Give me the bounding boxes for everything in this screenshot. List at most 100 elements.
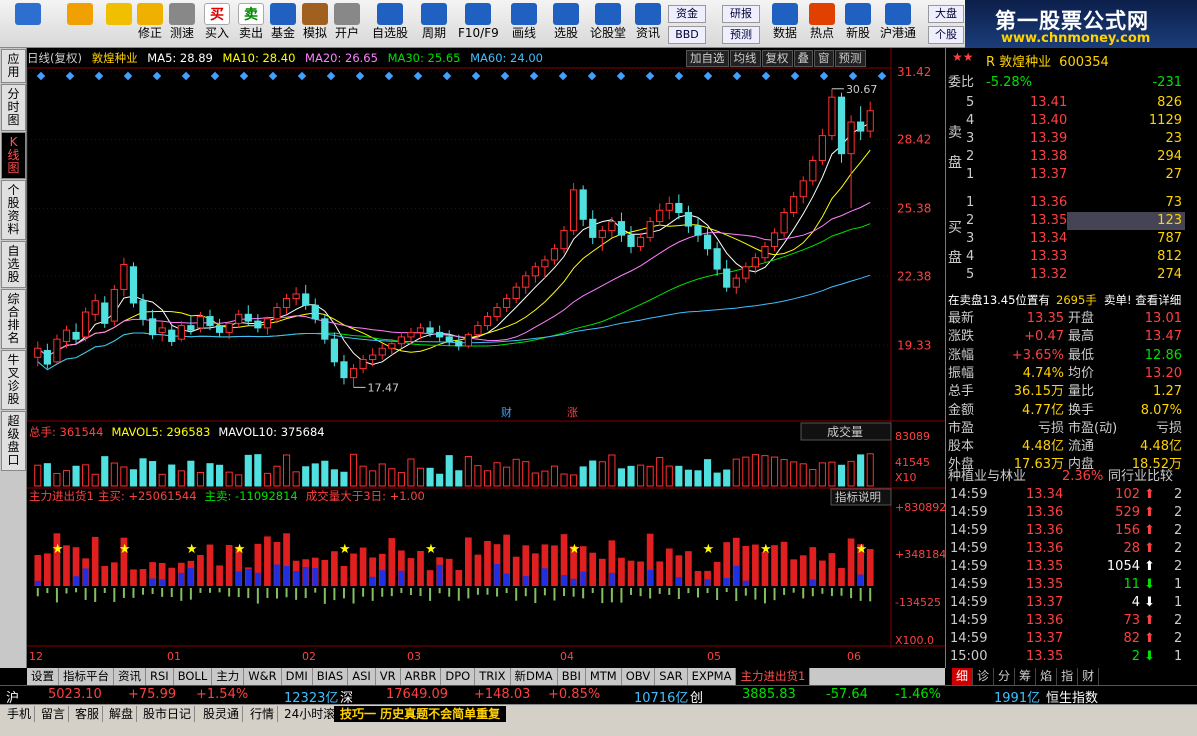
- left-tab-5[interactable]: 综合排名: [1, 289, 26, 349]
- left-tab-6[interactable]: 牛叉诊股: [1, 350, 26, 410]
- indicator-tab-1[interactable]: 指标平台: [59, 668, 114, 685]
- zl-blue-bar: [283, 566, 290, 586]
- indicator-tab-9[interactable]: ASI: [348, 668, 376, 685]
- toolbar-select-stock-button[interactable]: 选股: [548, 3, 584, 45]
- cell: 13.37: [1026, 595, 1064, 610]
- indicator-tab-4[interactable]: BOLL: [174, 668, 213, 685]
- zl-red-bar: [771, 545, 778, 586]
- zl-red-bar: [445, 558, 453, 586]
- toolbar-news-button[interactable]: 资讯: [632, 3, 664, 45]
- zl-green-bar: [591, 588, 594, 594]
- status-link-3[interactable]: 解盘: [106, 706, 138, 722]
- zl-blue-bar: [34, 580, 41, 586]
- indicator-tab-13[interactable]: TRIX: [475, 668, 511, 685]
- toolbar-zijin-button[interactable]: 资金: [668, 5, 706, 23]
- status-link-4[interactable]: 股市日记: [140, 706, 196, 722]
- star-icon: ★: [760, 542, 772, 557]
- toolbar-clock-cycle-button[interactable]: 周期: [414, 3, 454, 45]
- indicator-tab-5[interactable]: 主力: [212, 668, 245, 685]
- toolbar-discuss-button[interactable]: 论股堂: [590, 3, 626, 45]
- left-tab-0[interactable]: 应用: [1, 49, 26, 83]
- toolbar-sell-button[interactable]: 卖卖出: [236, 3, 266, 45]
- toolbar-back-arrow-button[interactable]: [62, 3, 98, 45]
- cell: 13.38: [1030, 149, 1068, 164]
- volume-bar: [177, 470, 185, 487]
- status-link-6[interactable]: 行情: [247, 706, 279, 722]
- volume-bar: [790, 461, 798, 487]
- status-link-1[interactable]: 留言: [38, 706, 70, 722]
- indicator-tab-2[interactable]: 资讯: [114, 668, 146, 685]
- right-tab-3[interactable]: 筹: [1015, 668, 1037, 685]
- left-tab-3[interactable]: 个股资料: [1, 180, 26, 240]
- status-link-2[interactable]: 客服: [72, 706, 104, 722]
- indicator-tab-6[interactable]: W&R: [244, 668, 282, 685]
- select-stock-icon: [553, 3, 579, 25]
- toolbar-updown-arrow-button[interactable]: [106, 3, 132, 45]
- right-tab-6[interactable]: 财: [1078, 668, 1100, 685]
- zl-red-bar: [799, 555, 807, 586]
- zl-blue-bar: [235, 571, 242, 586]
- right-tab-1[interactable]: 诊: [973, 668, 995, 685]
- toolbar-pe-button[interactable]: 数据: [768, 3, 802, 45]
- indicator-tab-3[interactable]: RSI: [146, 668, 174, 685]
- zl-green-bar: [170, 588, 173, 597]
- indicator-tab-10[interactable]: VR: [376, 668, 401, 685]
- cell: 同行业比较: [1108, 469, 1174, 484]
- cell: 2: [1174, 541, 1183, 556]
- toolbar-gegu-button[interactable]: 个股: [928, 26, 964, 44]
- toolbar-buy-button[interactable]: 买买入: [202, 3, 232, 45]
- zl-green-bar: [228, 588, 231, 597]
- indicator-tab-7[interactable]: DMI: [282, 668, 313, 685]
- indicator-tab-18[interactable]: SAR: [655, 668, 688, 685]
- right-tab-4[interactable]: 焰: [1036, 668, 1058, 685]
- volume-bar: [770, 456, 779, 487]
- toolbar-yuce-button[interactable]: 预测: [722, 26, 760, 44]
- toolbar-star-folder-button[interactable]: 自选股: [370, 3, 410, 45]
- toolbar-hk-button[interactable]: 沪港通: [880, 3, 916, 45]
- indicator-tab-15[interactable]: BBI: [558, 668, 586, 685]
- indicator-tab-14[interactable]: 新DMA: [511, 668, 558, 685]
- toolbar-smiley-button[interactable]: 修正: [136, 3, 164, 45]
- right-tab-2[interactable]: 分: [994, 668, 1016, 685]
- volume-bar: [149, 461, 157, 487]
- left-tab-1[interactable]: 分时图: [1, 84, 26, 131]
- toolbar-yanbao-button[interactable]: 研报: [722, 5, 760, 23]
- indicator-tab-8[interactable]: BIAS: [313, 668, 349, 685]
- toolbar-label: 模拟: [302, 26, 327, 40]
- right-tab-5[interactable]: 指: [1057, 668, 1079, 685]
- left-tab-4[interactable]: 自选股: [1, 241, 26, 288]
- zl-red-bar: [216, 565, 223, 586]
- f10-icon: [465, 3, 491, 25]
- toolbar-label: 基金: [270, 26, 295, 40]
- toolbar-clock-button[interactable]: 测速: [166, 3, 198, 45]
- notice-2[interactable]: 卖单! 查看详细: [1104, 292, 1181, 308]
- toolbar-pen-button[interactable]: 画线: [504, 3, 544, 45]
- indicator-tab-11[interactable]: ARBR: [401, 668, 442, 685]
- toolbar-hammer-button[interactable]: 模拟: [300, 3, 330, 45]
- toolbar-new-stock-button[interactable]: 新股: [842, 3, 874, 45]
- toolbar-hot-button[interactable]: 热点: [806, 3, 838, 45]
- star-icon[interactable]: ★★: [952, 50, 974, 64]
- left-tab-7[interactable]: 超级盘口: [1, 411, 26, 471]
- status-link-5[interactable]: 股灵通: [200, 706, 244, 722]
- indicator-tab-16[interactable]: MTM: [586, 668, 622, 685]
- left-tab-2[interactable]: K线图: [1, 132, 26, 179]
- indicator-tab-12[interactable]: DPO: [441, 668, 476, 685]
- candle: [158, 321, 166, 342]
- pen-icon: [511, 3, 537, 25]
- indicator-tab-19[interactable]: EXPMA: [688, 668, 737, 685]
- right-tab-0[interactable]: 细: [952, 668, 974, 685]
- cell: 14:59: [950, 505, 988, 520]
- indicator-tab-20[interactable]: 主力进出货1: [736, 668, 811, 685]
- toolbar-dapan-button[interactable]: 大盘: [928, 5, 964, 23]
- toolbar-bbd-button[interactable]: BBD: [668, 26, 706, 44]
- toolbar-f10-button[interactable]: F10/F9: [458, 3, 499, 45]
- toolbar-windows-grid-button[interactable]: [8, 3, 48, 45]
- indicator-tab-0[interactable]: 设置: [27, 668, 59, 685]
- toolbar-lock-button[interactable]: 开户: [332, 3, 362, 45]
- zl-red-bar: [828, 553, 836, 586]
- zl-green-bar: [725, 588, 728, 593]
- status-link-0[interactable]: 手机: [4, 706, 36, 722]
- indicator-tab-17[interactable]: OBV: [622, 668, 656, 685]
- toolbar-fund-button[interactable]: 基金: [268, 3, 298, 45]
